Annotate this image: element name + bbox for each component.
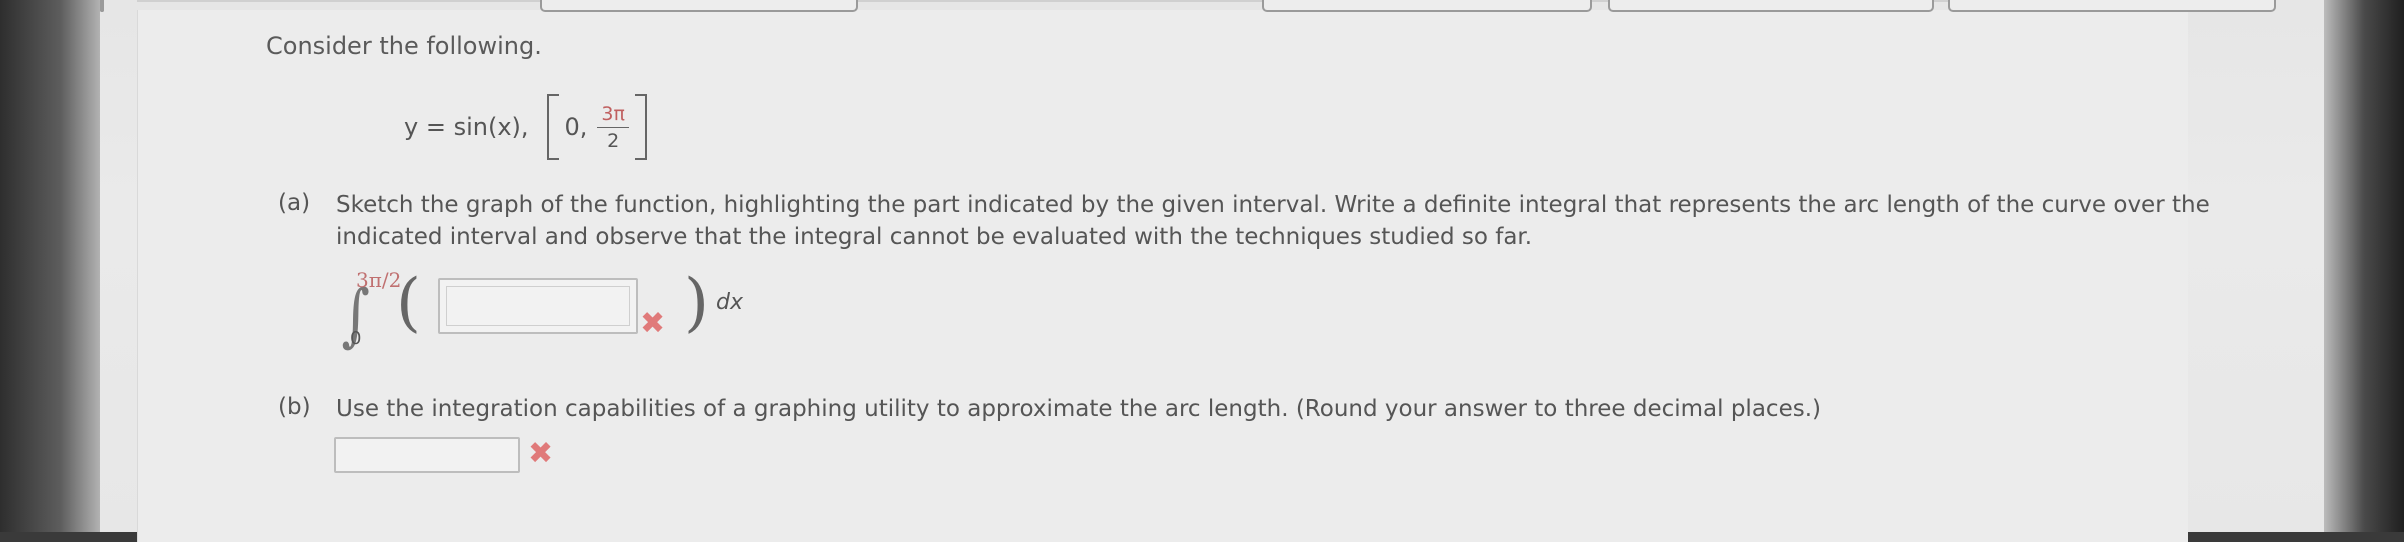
left-bracket xyxy=(546,94,559,160)
part-b-text: Use the integration capabilities of a gr… xyxy=(336,396,1821,422)
question-intro: Consider the following. xyxy=(266,32,542,60)
interval-end-denominator: 2 xyxy=(607,129,620,152)
given-equation: y = sin(x), 0, 3π 2 xyxy=(404,92,653,162)
incorrect-x-icon: ✖ xyxy=(528,436,554,471)
top-tab-1[interactable] xyxy=(540,0,858,12)
screen-vignette-right xyxy=(2324,0,2404,532)
part-a-label: (a) xyxy=(278,190,311,216)
interval-end-fraction: 3π 2 xyxy=(597,101,629,154)
interval-start: 0, xyxy=(564,113,588,141)
top-tab-decor xyxy=(100,0,104,12)
integral-lower-limit: 0 xyxy=(350,328,362,349)
top-tab-4[interactable] xyxy=(1948,0,2276,12)
part-b-label: (b) xyxy=(278,394,311,420)
left-paren: ( xyxy=(396,266,421,340)
right-bracket xyxy=(634,94,647,160)
interval-end-numerator: 3π xyxy=(597,101,629,128)
integrand-input-field[interactable] xyxy=(446,286,630,326)
arc-length-answer-input[interactable] xyxy=(334,437,520,473)
screen-vignette-left xyxy=(0,0,110,532)
differential: dx xyxy=(716,290,743,315)
incorrect-x-icon: ✖ xyxy=(640,306,666,341)
top-tab-3[interactable] xyxy=(1608,0,1934,12)
right-paren: ) xyxy=(684,266,709,340)
integral-upper-limit: 3π/2 xyxy=(356,268,402,292)
function-expression: y = sin(x), xyxy=(404,113,529,141)
top-tab-2[interactable] xyxy=(1262,0,1592,12)
integrand-input[interactable] xyxy=(438,278,638,334)
arc-length-integral: ∫ 3π/2 0 ( ✖ ) dx xyxy=(328,266,748,358)
part-a-text: Sketch the graph of the function, highli… xyxy=(336,192,2210,250)
